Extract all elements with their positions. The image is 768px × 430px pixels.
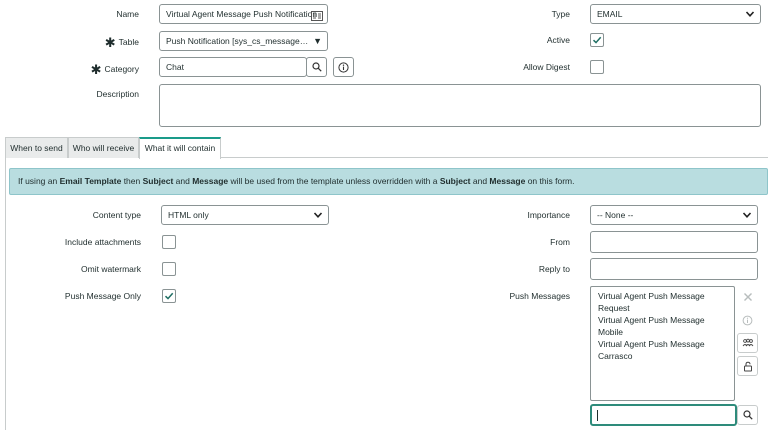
list-item[interactable]: Virtual Agent Push Message Mobile <box>598 314 727 338</box>
include-attachments-label: Include attachments <box>64 237 141 247</box>
info-icon <box>338 61 349 73</box>
info-message: If using an Email Template then Subject … <box>9 168 768 195</box>
push-message-only-label: Push Message Only <box>64 291 141 301</box>
push-messages-search-input[interactable] <box>590 404 737 426</box>
category-label: ✱ Category <box>90 62 139 77</box>
push-messages-list[interactable]: Virtual Agent Push Message Request Virtu… <box>590 286 735 401</box>
type-label: Type <box>551 9 570 19</box>
reply-to-label: Reply to <box>538 264 570 274</box>
search-icon <box>311 62 322 72</box>
chevron-down-icon <box>742 212 752 218</box>
chevron-down-icon <box>313 212 323 218</box>
push-messages-label: Push Messages <box>509 291 570 301</box>
tab-what-it-will-contain[interactable]: What it will contain <box>139 137 221 159</box>
table-select[interactable]: Push Notification [sys_cs_message_n... ▼ <box>159 31 328 51</box>
allow-digest-checkbox[interactable] <box>590 60 604 74</box>
list-item[interactable]: Virtual Agent Push Message Request <box>598 290 727 314</box>
tab-who-will-receive[interactable]: Who will receive <box>68 137 139 158</box>
checkmark-icon <box>592 36 602 44</box>
type-select[interactable]: EMAIL <box>590 4 761 24</box>
reply-to-input[interactable] <box>590 258 758 280</box>
translate-icon[interactable] <box>311 9 323 23</box>
content-type-label: Content type <box>92 210 141 220</box>
group-icon <box>742 338 753 347</box>
list-item[interactable]: Virtual Agent Push Message Carrasco <box>598 338 727 362</box>
allow-digest-label: Allow Digest <box>523 62 570 72</box>
unlock-icon <box>743 361 752 371</box>
omit-watermark-label: Omit watermark <box>81 264 141 274</box>
mandatory-star-icon: ✱ <box>104 35 116 50</box>
from-label: From <box>550 237 570 247</box>
include-attachments-checkbox[interactable] <box>162 235 176 249</box>
dropdown-triangle-icon: ▼ <box>313 36 322 46</box>
add-me-button[interactable] <box>737 333 758 353</box>
chevron-down-icon <box>745 11 755 17</box>
name-value: Virtual Agent Message Push Notification <box>166 9 318 19</box>
description-textarea[interactable] <box>159 84 761 127</box>
remove-button[interactable] <box>737 287 758 307</box>
push-message-only-checkbox[interactable] <box>162 289 176 303</box>
text-cursor <box>597 410 598 421</box>
mandatory-star-icon: ✱ <box>90 62 102 77</box>
tab-when-to-send[interactable]: When to send <box>5 137 68 158</box>
active-checkbox[interactable] <box>590 33 604 47</box>
active-label: Active <box>546 35 570 45</box>
checkmark-icon <box>164 292 174 300</box>
category-lookup-button[interactable] <box>306 57 327 77</box>
importance-select[interactable]: -- None -- <box>590 205 758 225</box>
info-icon <box>742 315 753 325</box>
push-messages-search-button[interactable] <box>737 405 758 425</box>
unlock-button[interactable] <box>737 356 758 376</box>
category-info-button[interactable] <box>333 57 354 77</box>
close-icon <box>743 293 752 301</box>
omit-watermark-checkbox[interactable] <box>162 262 176 276</box>
description-label: Description <box>96 89 139 99</box>
from-input[interactable] <box>590 231 758 253</box>
type-value: EMAIL <box>597 9 623 19</box>
category-input[interactable]: Chat <box>159 57 307 77</box>
list-info-button[interactable] <box>737 310 758 330</box>
panel-border <box>5 158 6 430</box>
content-type-select[interactable]: HTML only <box>161 205 329 225</box>
content-type-value: HTML only <box>168 210 209 220</box>
importance-value: -- None -- <box>597 210 634 220</box>
importance-label: Importance <box>527 210 570 220</box>
name-label: Name <box>116 9 139 19</box>
search-icon <box>742 410 753 420</box>
table-value: Push Notification [sys_cs_message_n... <box>166 36 310 46</box>
category-value: Chat <box>166 62 184 72</box>
name-input[interactable]: Virtual Agent Message Push Notification <box>159 4 328 24</box>
table-label: ✱ Table <box>104 35 139 50</box>
